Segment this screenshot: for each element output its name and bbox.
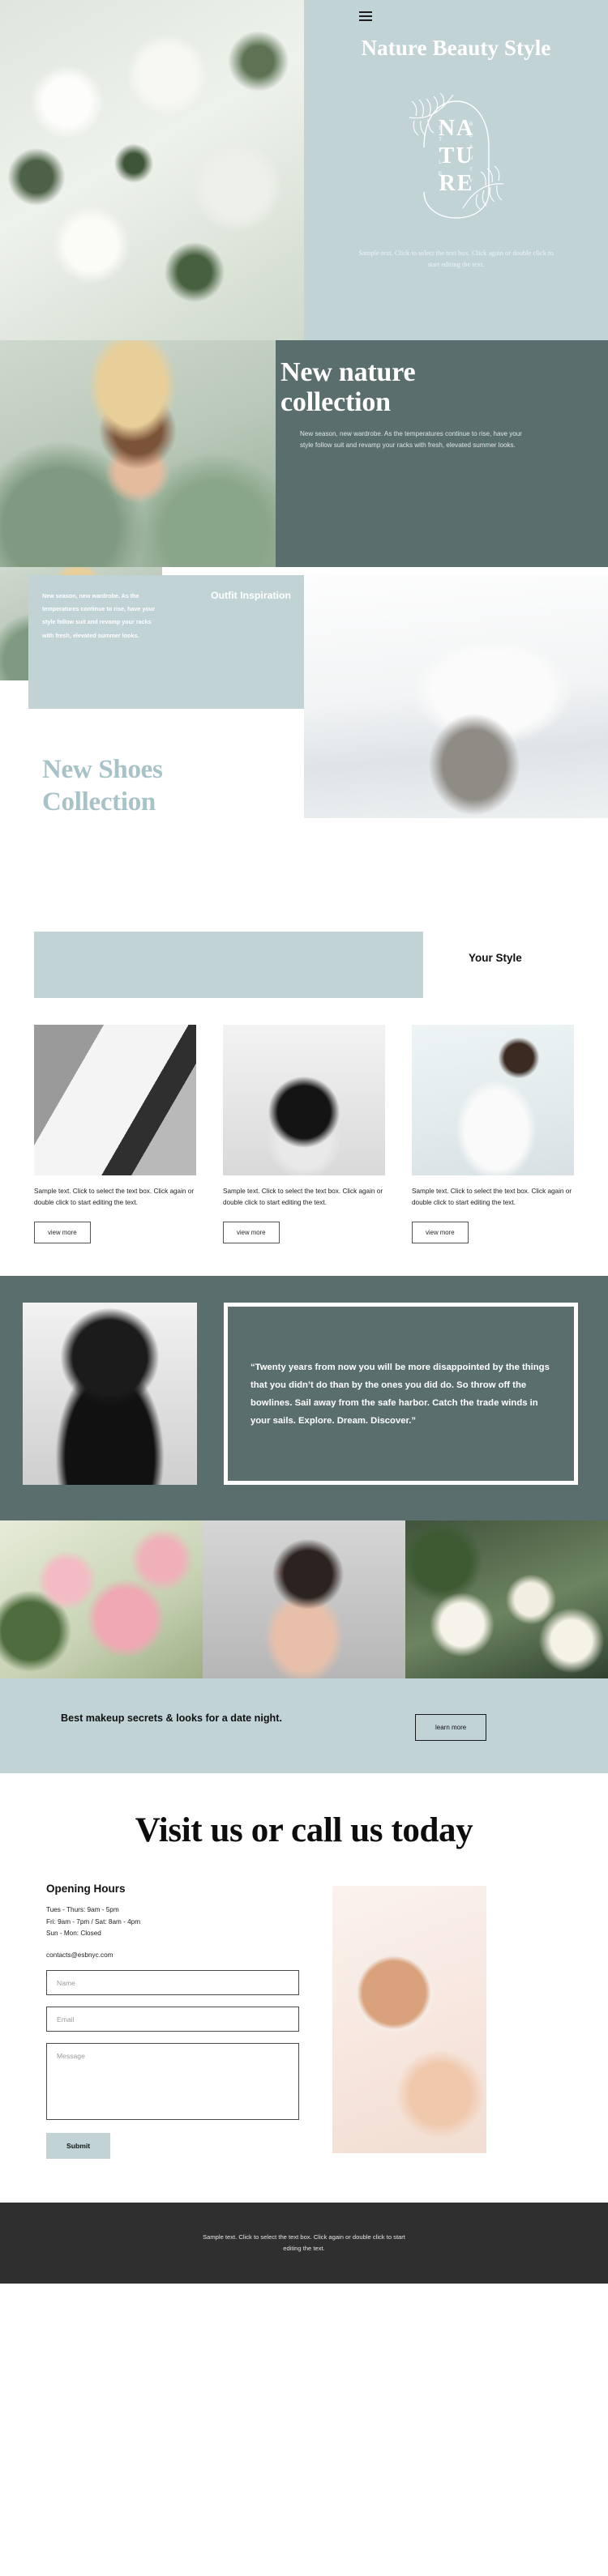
svg-text:E: E [469, 133, 473, 139]
nature-logo-mark: NA TU RE STY LE BEA UTY [392, 70, 521, 237]
style-card: Sample text. Click to select the text bo… [412, 1025, 574, 1244]
nature-collection-paragraph: New season, new wardrobe. As the tempera… [300, 430, 522, 449]
svg-text:B: B [469, 122, 472, 127]
your-style-title: Your Style [469, 952, 522, 964]
hero-roses-image [0, 0, 304, 340]
nature-collection-section: New nature collection New season, new wa… [0, 340, 608, 567]
outfit-inspiration-label: Outfit Inspiration [210, 590, 291, 601]
your-style-accent-box [34, 932, 423, 998]
leaf-thumbnail-image [300, 459, 379, 510]
svg-text:T: T [469, 167, 473, 173]
white-garden-roses-image [405, 1520, 608, 1679]
hamburger-bar-3 [359, 19, 372, 21]
nature-title-line-2: collection [280, 386, 391, 417]
svg-text:Y: Y [469, 178, 473, 184]
visit-section: Visit us or call us today Opening Hours … [0, 1773, 608, 2203]
hours-line: Fri: 9am - 7pm / Sat: 8am - 4pm [46, 1917, 141, 1926]
contact-form: Submit [46, 1970, 332, 2159]
makeup-banner-section: Best makeup secrets & looks for a date n… [0, 1678, 608, 1774]
footer-text: Sample text. Click to select the text bo… [203, 2233, 405, 2252]
hamburger-bar-2 [359, 15, 372, 17]
hero-subtext: Sample text. Click to select the text bo… [358, 249, 554, 268]
hours-line: Sun - Mon: Closed [46, 1930, 101, 1938]
nature-title-line-1: New nature [280, 357, 416, 387]
card-description: Sample text. Click to select the text bo… [223, 1188, 383, 1207]
hero-title: Nature Beauty Style [361, 36, 551, 60]
visit-image-column [332, 1883, 608, 2159]
card-description: Sample text. Click to select the text bo… [412, 1188, 572, 1207]
hamburger-menu-icon[interactable] [359, 11, 372, 21]
learn-more-button[interactable]: learn more [415, 1714, 487, 1742]
card-description: Sample text. Click to select the text bo… [34, 1188, 195, 1207]
quote-text: “Twenty years from now you will be more … [250, 1362, 550, 1426]
submit-button[interactable]: Submit [46, 2133, 111, 2159]
your-style-band: Your Style [0, 907, 608, 998]
name-field[interactable] [46, 1970, 299, 1995]
quote-section: “Twenty years from now you will be more … [0, 1276, 608, 1521]
view-more-button[interactable]: view more [223, 1222, 280, 1244]
email-field[interactable] [46, 2007, 299, 2032]
your-style-section: Your Style Sample text. Click to select … [0, 907, 608, 1277]
footer: Sample text. Click to select the text bo… [0, 2203, 608, 2284]
visit-heading: Visit us or call us today [135, 1811, 473, 1850]
makeup-banner-heading: Best makeup secrets & looks for a date n… [61, 1712, 282, 1725]
message-field[interactable] [46, 2043, 299, 2120]
landing-page: Nature Beauty Style NA TU RE S T Y L E B… [0, 0, 608, 2284]
svg-text:E: E [438, 171, 442, 177]
outfit-blurb: New season, new wardrobe. As the tempera… [42, 592, 155, 639]
style-card-list: Sample text. Click to select the text bo… [0, 984, 608, 1244]
opening-hours-list: Tues - Thurs: 9am - 5pm Fri: 9am - 7pm /… [46, 1904, 332, 1940]
hours-line: Tues - Thurs: 9am - 5pm [46, 1906, 119, 1914]
visit-body: Opening Hours Tues - Thurs: 9am - 5pm Fr… [0, 1850, 608, 2159]
quote-frame: “Twenty years from now you will be more … [224, 1303, 578, 1486]
card-image [412, 1025, 574, 1175]
hero-panel: Nature Beauty Style NA TU RE S T Y L E B… [304, 0, 608, 340]
svg-text:A: A [469, 144, 473, 150]
nature-collection-content: New nature collection New season, new wa… [276, 340, 608, 567]
style-card: Sample text. Click to select the text bo… [34, 1025, 196, 1244]
pink-roses-image [0, 1520, 203, 1679]
visit-info-column: Opening Hours Tues - Thurs: 9am - 5pm Fr… [0, 1883, 332, 2159]
view-more-button[interactable]: view more [34, 1222, 91, 1244]
quote-portrait-image [23, 1303, 197, 1486]
svg-text:S: S [438, 126, 442, 131]
outfit-inspiration-card: New season, new wardrobe. As the tempera… [28, 575, 304, 709]
hamburger-bar-1 [359, 11, 372, 13]
svg-text:T: T [439, 137, 442, 143]
card-image [34, 1025, 196, 1175]
card-image [223, 1025, 385, 1175]
new-shoes-title: New Shoes Collection [42, 753, 163, 819]
svg-text:U: U [469, 156, 473, 161]
view-more-button[interactable]: view more [412, 1222, 469, 1244]
nature-collection-title: New nature collection [280, 357, 589, 417]
hat-woman-image [0, 340, 276, 567]
coffee-and-book-image [332, 1886, 486, 2154]
svg-text:L: L [439, 160, 442, 165]
sneaker-image [304, 575, 608, 818]
opening-hours-title: Opening Hours [46, 1883, 126, 1896]
gallery-photo-row [0, 1520, 608, 1679]
flower-crown-portrait-image [203, 1520, 405, 1679]
outfit-inspiration-section: New season, new wardrobe. As the tempera… [0, 567, 608, 907]
shoes-title-line-1: New Shoes [42, 755, 163, 784]
hero-section: Nature Beauty Style NA TU RE S T Y L E B… [0, 0, 608, 340]
shoes-title-line-2: Collection [42, 787, 156, 817]
style-card: Sample text. Click to select the text bo… [223, 1025, 385, 1244]
svg-text:Y: Y [438, 148, 442, 154]
contact-email: contacts@esbnyc.com [46, 1951, 113, 1959]
